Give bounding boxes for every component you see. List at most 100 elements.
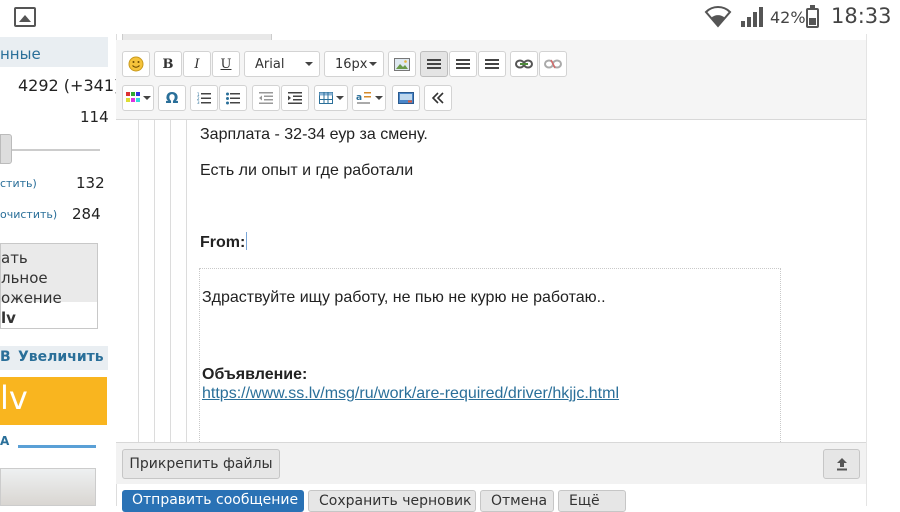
- listbox-item[interactable]: ожение: [1, 289, 62, 307]
- sidebar-header-label: нные: [0, 45, 41, 63]
- insert-image-button[interactable]: [388, 51, 416, 77]
- ordered-list-button[interactable]: 123: [190, 85, 218, 111]
- stat-row3-value: 132: [76, 174, 105, 192]
- listing-thumbnail[interactable]: [0, 468, 96, 506]
- font-size-select[interactable]: 16px: [324, 51, 384, 77]
- from-label: From:: [200, 234, 246, 251]
- quoted-message-text: Здраствуйте ищу работу, не пью не курю н…: [202, 289, 606, 306]
- slider-track[interactable]: [0, 149, 100, 151]
- font-size-value: 16px: [335, 56, 368, 72]
- more-button[interactable]: Ещё: [558, 490, 626, 512]
- text-cursor: [246, 232, 247, 250]
- slider-handle[interactable]: [0, 134, 12, 164]
- outdent-button[interactable]: [252, 85, 280, 111]
- quote-guide: [186, 120, 187, 442]
- right-gutter: [866, 34, 900, 506]
- editor-content[interactable]: Зарплата - 32-34 еур за смену. Есть ли о…: [116, 120, 866, 442]
- quote-guide: [154, 120, 155, 442]
- upload-icon: [836, 458, 847, 471]
- chevron-down-icon: [305, 62, 313, 66]
- bullet-list-button[interactable]: [219, 85, 247, 111]
- align-right-icon: [485, 58, 499, 70]
- attachments-bar: Прикрепить файлы: [116, 442, 866, 484]
- chevron-down-icon: [369, 62, 377, 66]
- align-left-button[interactable]: [420, 51, 448, 77]
- banner-text: lv: [0, 379, 28, 417]
- font-family-select[interactable]: Arial: [244, 51, 320, 77]
- unlink-icon: [544, 59, 562, 69]
- clock: 18:33: [831, 4, 892, 28]
- quoted-message: Здраствуйте ищу работу, не пью не курю н…: [199, 268, 781, 442]
- collapse-toolbar-button[interactable]: [424, 85, 452, 111]
- wifi-icon: [704, 6, 732, 28]
- insert-link-button[interactable]: [510, 51, 538, 77]
- unlink-button[interactable]: [539, 51, 567, 77]
- divider: [18, 445, 96, 448]
- text-color-button[interactable]: [122, 85, 154, 111]
- smiley-icon: [128, 56, 144, 72]
- link-icon: [515, 59, 533, 69]
- message-line-salary: Зарплата - 32-34 еур за смену.: [200, 126, 428, 143]
- indent-button[interactable]: [281, 85, 309, 111]
- message-line-experience: Есть ли опыт и где работали: [200, 162, 414, 179]
- enlarge-link[interactable]: Увеличить: [18, 349, 104, 365]
- color-palette-icon: [125, 92, 140, 102]
- stat-count: 114: [80, 108, 109, 126]
- double-chevron-left-icon: [431, 92, 444, 104]
- outdent-icon: [259, 92, 273, 104]
- media-icon: [398, 92, 414, 104]
- status-bar: 42% 18:33: [0, 0, 900, 34]
- text-direction-button[interactable]: a: [352, 85, 386, 111]
- chevron-down-icon: [335, 96, 344, 100]
- svg-text:a: a: [356, 93, 362, 103]
- listbox-item[interactable]: lv: [1, 309, 16, 327]
- indent-icon: [288, 92, 302, 104]
- special-chars-button[interactable]: Ω: [158, 85, 186, 111]
- bold-button[interactable]: B: [154, 51, 182, 77]
- sidebar-header[interactable]: нные: [0, 37, 108, 67]
- send-message-button[interactable]: Отправить сообщение: [122, 490, 304, 512]
- clear-link-2[interactable]: очистить): [0, 208, 57, 221]
- attach-files-button[interactable]: Прикрепить файлы: [122, 449, 280, 479]
- listbox-item[interactable]: льное: [1, 269, 48, 287]
- chevron-down-icon: [374, 96, 383, 100]
- align-left-icon: [427, 58, 441, 70]
- image-icon: [394, 57, 410, 71]
- chevron-down-icon: [142, 96, 151, 100]
- ad-label: Объявление:: [202, 366, 308, 383]
- quote-guide: [138, 120, 139, 442]
- save-draft-button[interactable]: Сохранить черновик: [308, 490, 476, 512]
- emoji-button[interactable]: [122, 51, 150, 77]
- clear-link-1[interactable]: стить): [0, 177, 37, 190]
- align-right-button[interactable]: [478, 51, 506, 77]
- bullet-list-icon: [226, 92, 240, 104]
- align-center-button[interactable]: [449, 51, 477, 77]
- insert-table-button[interactable]: [314, 85, 348, 111]
- section-heading: А: [0, 434, 10, 448]
- stat-row4-value: 284: [72, 205, 101, 223]
- font-family-value: Arial: [255, 56, 285, 72]
- ad-banner[interactable]: lv: [0, 377, 107, 425]
- battery-icon: [806, 5, 819, 28]
- insert-media-button[interactable]: [392, 85, 420, 111]
- ordered-list-icon: 123: [197, 92, 211, 105]
- svg-text:3: 3: [197, 100, 200, 105]
- battery-percent: 42%: [770, 8, 806, 27]
- upload-button[interactable]: [823, 449, 860, 479]
- table-icon: [318, 92, 333, 104]
- action-buttons: Отправить сообщение Сохранить черновик О…: [116, 490, 866, 512]
- listbox-item[interactable]: ать: [1, 249, 28, 267]
- cancel-button[interactable]: Отмена: [480, 490, 554, 512]
- enlarge-prefix: В: [0, 349, 11, 365]
- sort-listbox[interactable]: ать льное ожение lv: [0, 243, 98, 329]
- quote-guide: [170, 120, 171, 442]
- enlarge-bar: В Увеличить: [0, 346, 108, 370]
- underline-button[interactable]: U: [212, 51, 240, 77]
- editor-toolbar: B I U Arial 16px Ω 123 a: [116, 40, 866, 120]
- gallery-icon: [14, 7, 36, 27]
- italic-button[interactable]: I: [183, 51, 211, 77]
- align-center-icon: [456, 58, 470, 70]
- stat-total: 4292 (+341): [18, 76, 121, 95]
- text-direction-icon: a: [356, 92, 371, 104]
- ad-link[interactable]: https://www.ss.lv/msg/ru/work/are-requir…: [202, 385, 619, 403]
